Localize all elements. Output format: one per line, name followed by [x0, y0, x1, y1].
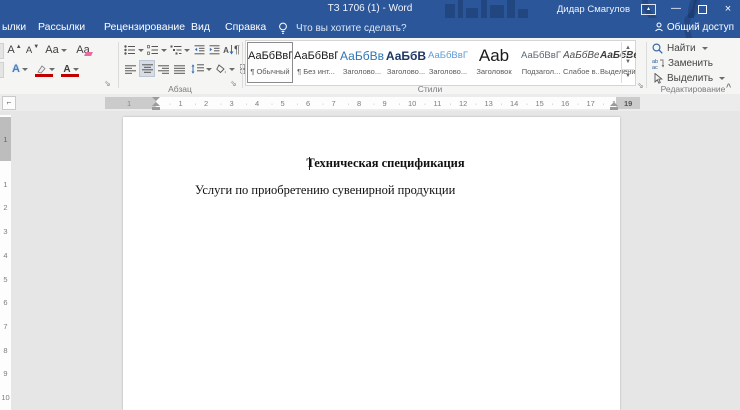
style-title[interactable]: Аab Заголовок — [469, 43, 519, 82]
clear-formatting-button[interactable]: Аа — [72, 42, 94, 58]
search-icon — [652, 43, 663, 54]
shading-button[interactable] — [215, 61, 236, 77]
ruler-right-margin: 19 — [616, 97, 640, 109]
font-color-swatch — [61, 74, 79, 77]
document-subtitle-line[interactable]: Услуги по приобретению сувенирной продук… — [195, 183, 455, 198]
align-left-button[interactable] — [123, 61, 137, 77]
tab-review[interactable]: Рецензирование — [104, 21, 185, 33]
numbering-button[interactable] — [146, 42, 167, 58]
style-no-spacing[interactable]: АаБбВвГ ¶ Без инт... — [294, 43, 338, 82]
highlighter-icon — [36, 64, 47, 74]
style-heading2[interactable]: АаБбВ Заголово... — [385, 43, 427, 82]
align-right-icon — [158, 65, 169, 74]
share-label: Общий доступ — [667, 22, 734, 33]
style-heading1[interactable]: АаБбВв Заголово... — [340, 43, 384, 82]
clipped-button-fragment — [0, 43, 4, 59]
tab-stop-selector[interactable]: ⌐ — [2, 96, 16, 110]
decrease-indent-button[interactable] — [193, 42, 206, 58]
signed-in-user[interactable]: Дидар Смагулов — [557, 4, 630, 15]
restore-button[interactable] — [694, 3, 710, 15]
ribbon: А▲ А▼ Аа Аа А А ⇘ А ¶ — [0, 38, 740, 95]
vruler-top-margin: 1 — [0, 117, 11, 161]
left-indent-marker[interactable] — [152, 107, 160, 110]
document-title-line[interactable]: Техническая спецификация — [137, 156, 634, 171]
ruler-row: ⌐ 1 1·2·3·4·5·6·7·8·9·10·11·12·13·14·15·… — [0, 94, 740, 111]
align-left-icon — [125, 65, 136, 74]
clipped-button-fragment — [0, 62, 4, 78]
right-indent-marker-box[interactable] — [610, 107, 618, 110]
right-indent-marker[interactable] — [610, 102, 618, 106]
replace-icon: abac — [652, 58, 664, 69]
font-color-button[interactable]: А — [60, 61, 82, 77]
justify-button[interactable] — [172, 61, 186, 77]
tab-help[interactable]: Справка — [225, 21, 266, 33]
line-spacing-button[interactable] — [190, 61, 212, 77]
vertical-ruler[interactable]: 1 12345678910 — [0, 115, 11, 410]
styles-scroll-down-button[interactable]: ▼ — [622, 56, 634, 70]
shrink-font-button[interactable]: А▼ — [25, 42, 40, 58]
outdent-icon — [194, 45, 205, 55]
vruler-margin-number: 1 — [0, 135, 11, 144]
pointer-icon — [652, 73, 663, 84]
styles-gallery: АаБбВвГ ¶ Обычный АаБбВвГ ¶ Без инт... А… — [245, 40, 636, 86]
styles-scroll-up-button[interactable]: ▲ — [622, 42, 634, 56]
ruler-margin-number: 19 — [624, 99, 632, 108]
horizontal-ruler[interactable]: 1 1·2·3·4·5·6·7·8·9·10·11·12·13·14·15·16… — [105, 97, 640, 109]
title-bar: ТЗ 1706 (1) - Word Дидар Смагулов ▴ — × — [0, 0, 740, 18]
first-line-indent-marker[interactable] — [152, 97, 160, 101]
tab-mailings[interactable]: Рассылки — [38, 21, 85, 33]
bullet-list-icon — [124, 45, 136, 55]
share-button[interactable]: Общий доступ — [654, 22, 734, 33]
style-subtle-emphasis[interactable]: АаБбВеГ Слабое в... — [563, 43, 599, 82]
tell-me-box[interactable]: Что вы хотите сделать? — [296, 23, 407, 34]
indent-icon — [209, 45, 220, 55]
align-center-icon — [142, 64, 153, 73]
numbered-list-icon — [147, 45, 159, 55]
align-center-button[interactable] — [139, 60, 155, 77]
tab-links-partial[interactable]: ылки — [2, 21, 26, 33]
eraser-icon — [84, 52, 93, 56]
style-heading3[interactable]: АаБбВвГ Заголово... — [427, 43, 469, 82]
line-spacing-icon — [191, 64, 204, 74]
ruler-margin-number: 1 — [127, 99, 131, 108]
paint-bucket-icon — [216, 64, 227, 74]
multilevel-list-icon — [170, 45, 182, 55]
paragraph-dialog-launcher[interactable]: ⇘ — [230, 80, 237, 88]
document-canvas: Техническая спецификация Услуги по приоб… — [0, 111, 740, 410]
paragraph-group-label: Абзац — [140, 84, 220, 94]
close-button[interactable]: × — [720, 3, 736, 15]
font-dialog-launcher[interactable]: ⇘ — [104, 80, 111, 88]
editing-group-label: Редактирование — [650, 84, 736, 94]
tab-view[interactable]: Вид — [191, 21, 210, 33]
ribbon-tab-row: ылки Рассылки Рецензирование Вид Справка… — [0, 18, 740, 38]
justify-icon — [174, 65, 185, 74]
collapse-ribbon-button[interactable]: ^ — [726, 82, 731, 92]
styles-gallery-scroll: ▲ ▼ ▼ — [621, 42, 634, 83]
bullets-button[interactable] — [123, 42, 144, 58]
ruler-text-area: 1·2·3·4·5·6·7·8·9·10·11·12·13·14·15·16·1… — [156, 97, 616, 109]
document-page[interactable]: Техническая спецификация Услуги по приоб… — [123, 117, 620, 410]
replace-button[interactable]: abac Заменить — [652, 57, 713, 70]
increase-indent-button[interactable] — [208, 42, 221, 58]
highlight-color-swatch — [35, 74, 53, 77]
lightbulb-icon — [278, 22, 288, 35]
styles-dialog-launcher[interactable]: ⇘ — [637, 82, 644, 90]
styles-more-button[interactable]: ▼ — [622, 70, 634, 83]
align-right-button[interactable] — [156, 61, 170, 77]
minimize-button[interactable]: — — [668, 3, 684, 15]
multilevel-list-button[interactable] — [169, 42, 190, 58]
svg-text:ac: ac — [652, 65, 658, 69]
style-normal[interactable]: АаБбВвГ ¶ Обычный — [248, 43, 292, 82]
text-highlight-color-button[interactable] — [34, 61, 56, 77]
ribbon-display-options-button[interactable]: ▴ — [641, 4, 656, 15]
styles-group-label: Стили — [390, 84, 470, 94]
change-case-button[interactable]: Аа — [44, 42, 68, 58]
find-button[interactable]: Найти — [652, 42, 708, 55]
ruler-left-margin: 1 — [105, 97, 156, 109]
grow-font-button[interactable]: А▲ — [7, 42, 22, 58]
person-icon — [654, 22, 664, 32]
text-effects-button[interactable]: А — [12, 61, 28, 77]
hanging-indent-marker[interactable] — [152, 102, 160, 106]
style-subtitle[interactable]: АаБбВвГ Подзагол... — [520, 43, 562, 82]
